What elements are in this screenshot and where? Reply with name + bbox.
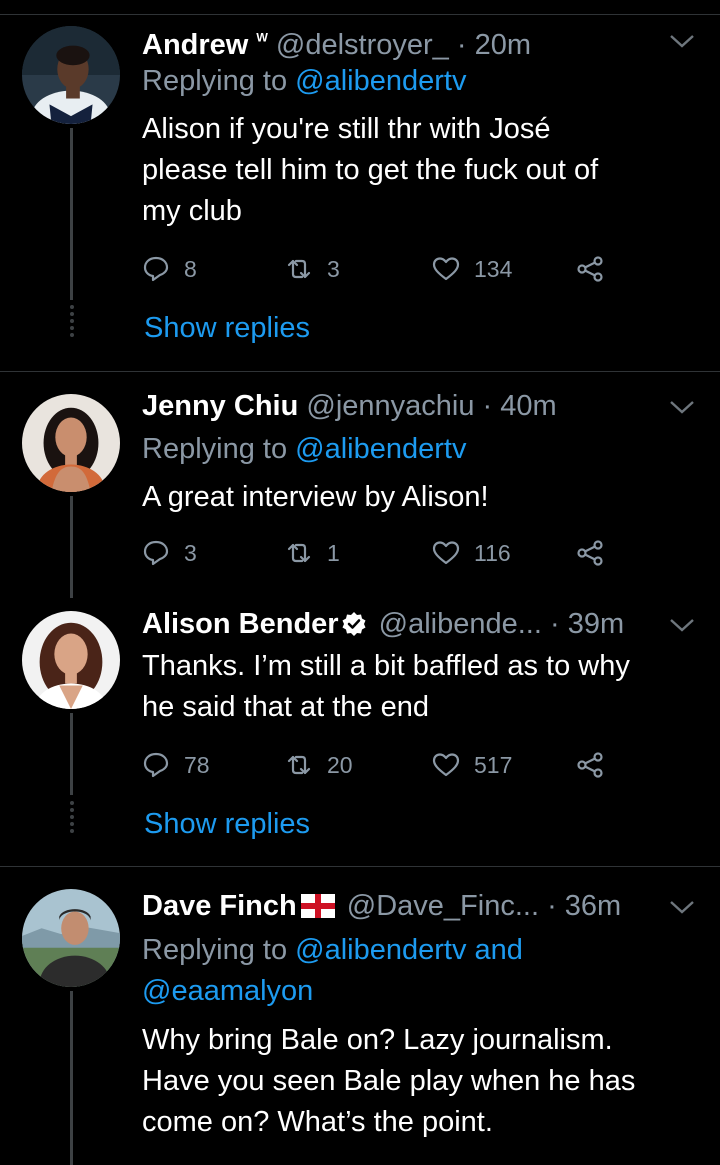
replying-prefix: Replying to: [142, 433, 288, 465]
tweet-text-line: Have you seen Bale play when he has: [142, 1065, 636, 1097]
replying-to: Replying to @alibendertv: [142, 61, 466, 102]
tweet-text-line: Alison if you're still thr with José: [142, 113, 551, 145]
retweet-button[interactable]: 1: [285, 535, 340, 571]
thread-line: [70, 496, 73, 598]
reply-button[interactable]: 8: [142, 251, 197, 287]
retweet-button[interactable]: 20: [285, 747, 353, 783]
show-replies-link[interactable]: Show replies: [144, 308, 310, 348]
like-count: 517: [474, 751, 513, 778]
replying-to: Replying to @alibendertv and @eaamalyon: [142, 930, 523, 1012]
handle[interactable]: @alibende...: [379, 608, 542, 640]
like-count: 116: [474, 539, 511, 566]
retweet-icon: [287, 259, 311, 279]
thread-line: [70, 713, 73, 795]
retweet-count: 1: [327, 539, 340, 566]
handle[interactable]: @Dave_Finc...: [347, 890, 539, 922]
share-icon: [577, 256, 603, 282]
tweet-header: Andrew ᵂ @delstroyer_ · 20m: [142, 20, 531, 61]
display-name[interactable]: Alison Bender: [142, 608, 339, 640]
tweet-actions: 3 1 116: [142, 535, 622, 571]
verified-badge-icon: [342, 612, 366, 636]
tweet-text-line: he said that at the end: [142, 691, 429, 723]
chevron-down-icon[interactable]: [669, 617, 695, 633]
divider: [0, 866, 720, 867]
reply-icon: [143, 540, 169, 566]
like-icon: [432, 257, 460, 281]
tweet-header: Jenny Chiu @jennyachiu · 40m: [142, 386, 557, 426]
tweet-text-line: my club: [142, 195, 242, 227]
avatar[interactable]: [22, 611, 120, 709]
like-icon: [432, 541, 460, 565]
share-icon: [577, 752, 603, 778]
timestamp[interactable]: · 39m: [550, 608, 624, 640]
tweet-text: Alison if you're still thr with José ple…: [142, 109, 702, 232]
handle[interactable]: @delstroyer_: [276, 29, 449, 61]
handle[interactable]: @jennyachiu: [306, 390, 474, 422]
retweet-icon: [287, 543, 311, 563]
top-divider: [0, 14, 720, 15]
reply-icon: [143, 256, 169, 282]
england-flag-icon: [300, 894, 335, 918]
timestamp[interactable]: · 20m: [457, 29, 531, 61]
name-suffix: ᵂ: [256, 30, 268, 50]
tweet-text: A great interview by Alison!: [142, 477, 702, 518]
tweet-text-line: Why bring Bale on? Lazy journalism.: [142, 1024, 613, 1056]
reply-button[interactable]: 78: [142, 747, 210, 783]
tweet-header: Alison Bender @alibende... · 39m: [142, 604, 624, 644]
like-button[interactable]: 116: [432, 535, 511, 571]
avatar[interactable]: [22, 394, 120, 492]
tweet-actions: 8 3 134: [142, 251, 622, 287]
share-button[interactable]: [576, 251, 618, 287]
tweet-text-line: Thanks. I’m still a bit baffled as to wh…: [142, 650, 630, 682]
retweet-count: 20: [327, 751, 353, 778]
tweet-text: Thanks. I’m still a bit baffled as to wh…: [142, 646, 702, 728]
avatar[interactable]: [22, 889, 120, 987]
timestamp[interactable]: · 36m: [547, 890, 621, 922]
display-name[interactable]: Dave Finch: [142, 890, 297, 922]
tweet-actions: 78 20 517: [142, 747, 622, 783]
share-button[interactable]: [576, 535, 618, 571]
tweet-text-line: come on? What’s the point.: [142, 1106, 493, 1138]
display-name[interactable]: Andrew: [142, 29, 248, 61]
replying-to-link[interactable]: @eaamalyon: [142, 971, 523, 1012]
replying-to-link[interactable]: @alibendertv: [295, 65, 466, 97]
share-button[interactable]: [576, 747, 618, 783]
replying-prefix: Replying to: [142, 65, 288, 97]
tweet-text-line: please tell him to get the fuck out of: [142, 154, 599, 186]
like-icon: [432, 753, 460, 777]
replying-prefix: Replying to: [142, 934, 288, 966]
retweet-count: 3: [327, 255, 340, 282]
thread-line: [70, 128, 73, 300]
tweet-text: Why bring Bale on? Lazy journalism. Have…: [142, 1020, 702, 1143]
retweet-icon: [287, 755, 311, 775]
replying-to-link[interactable]: @alibendertv: [295, 433, 466, 465]
chevron-down-icon[interactable]: [669, 33, 695, 49]
chevron-down-icon[interactable]: [669, 399, 695, 415]
avatar[interactable]: [22, 26, 120, 124]
share-icon: [577, 540, 603, 566]
reply-count: 78: [184, 751, 210, 778]
tweet-text-line: A great interview by Alison!: [142, 481, 489, 513]
thread-line: [70, 991, 73, 1165]
reply-button[interactable]: 3: [142, 535, 197, 571]
reply-count: 3: [184, 539, 197, 566]
replying-to-link[interactable]: @alibendertv and: [295, 934, 523, 966]
retweet-button[interactable]: 3: [285, 251, 340, 287]
divider: [0, 371, 720, 372]
reply-count: 8: [184, 255, 197, 282]
thread-dots: [68, 798, 75, 836]
replying-to: Replying to @alibendertv: [142, 429, 466, 470]
display-name[interactable]: Jenny Chiu: [142, 390, 298, 422]
timestamp[interactable]: · 40m: [483, 390, 557, 422]
like-count: 134: [474, 255, 513, 282]
like-button[interactable]: 517: [432, 747, 512, 783]
tweet-header: Dave Finch @Dave_Finc... · 36m: [142, 886, 621, 926]
thread-dots: [68, 302, 75, 340]
chevron-down-icon[interactable]: [669, 899, 695, 915]
like-button[interactable]: 134: [432, 251, 512, 287]
reply-icon: [143, 752, 169, 778]
show-replies-link[interactable]: Show replies: [144, 804, 310, 844]
